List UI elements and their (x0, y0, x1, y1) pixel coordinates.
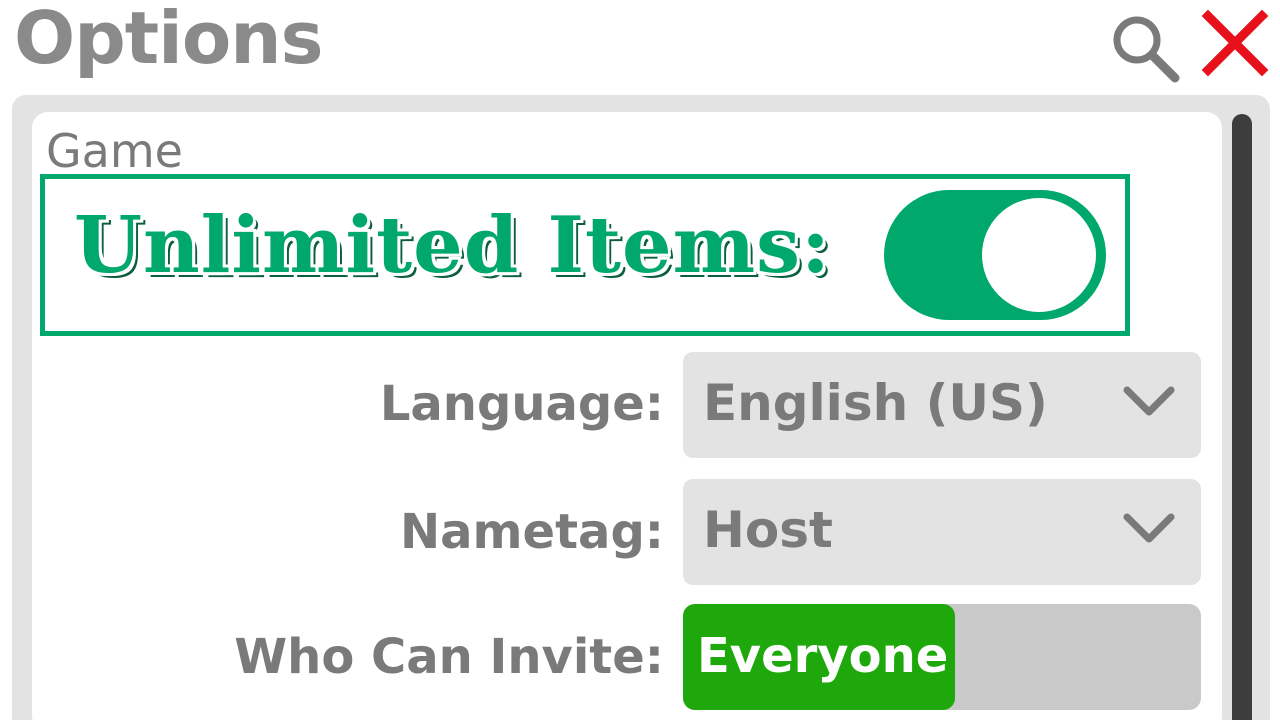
language-value: English (US) (703, 374, 1048, 432)
who-can-invite-option-everyone[interactable]: Everyone (683, 604, 955, 710)
search-button[interactable] (1105, 8, 1185, 88)
nametag-label: Nametag: (399, 504, 664, 560)
nametag-value: Host (703, 501, 833, 559)
language-label: Language: (379, 376, 664, 432)
unlimited-items-label: Unlimited Items: (74, 200, 831, 291)
scrollbar-thumb[interactable] (1232, 114, 1252, 720)
search-icon (1113, 16, 1180, 83)
page-title: Options (14, 0, 323, 80)
toggle-knob (982, 198, 1096, 312)
close-icon (1201, 9, 1269, 77)
section-label-game: Game (46, 124, 183, 178)
language-dropdown[interactable]: English (US) (683, 352, 1201, 458)
options-window: Options Game Unlimited Items: Language: … (0, 0, 1280, 720)
chevron-down-icon (1123, 386, 1175, 416)
chevron-down-icon (1123, 513, 1175, 543)
who-can-invite-label: Who Can Invite: (234, 629, 664, 685)
close-button[interactable] (1200, 8, 1270, 78)
who-can-invite-value: Everyone (697, 628, 949, 684)
nametag-dropdown[interactable]: Host (683, 479, 1201, 585)
